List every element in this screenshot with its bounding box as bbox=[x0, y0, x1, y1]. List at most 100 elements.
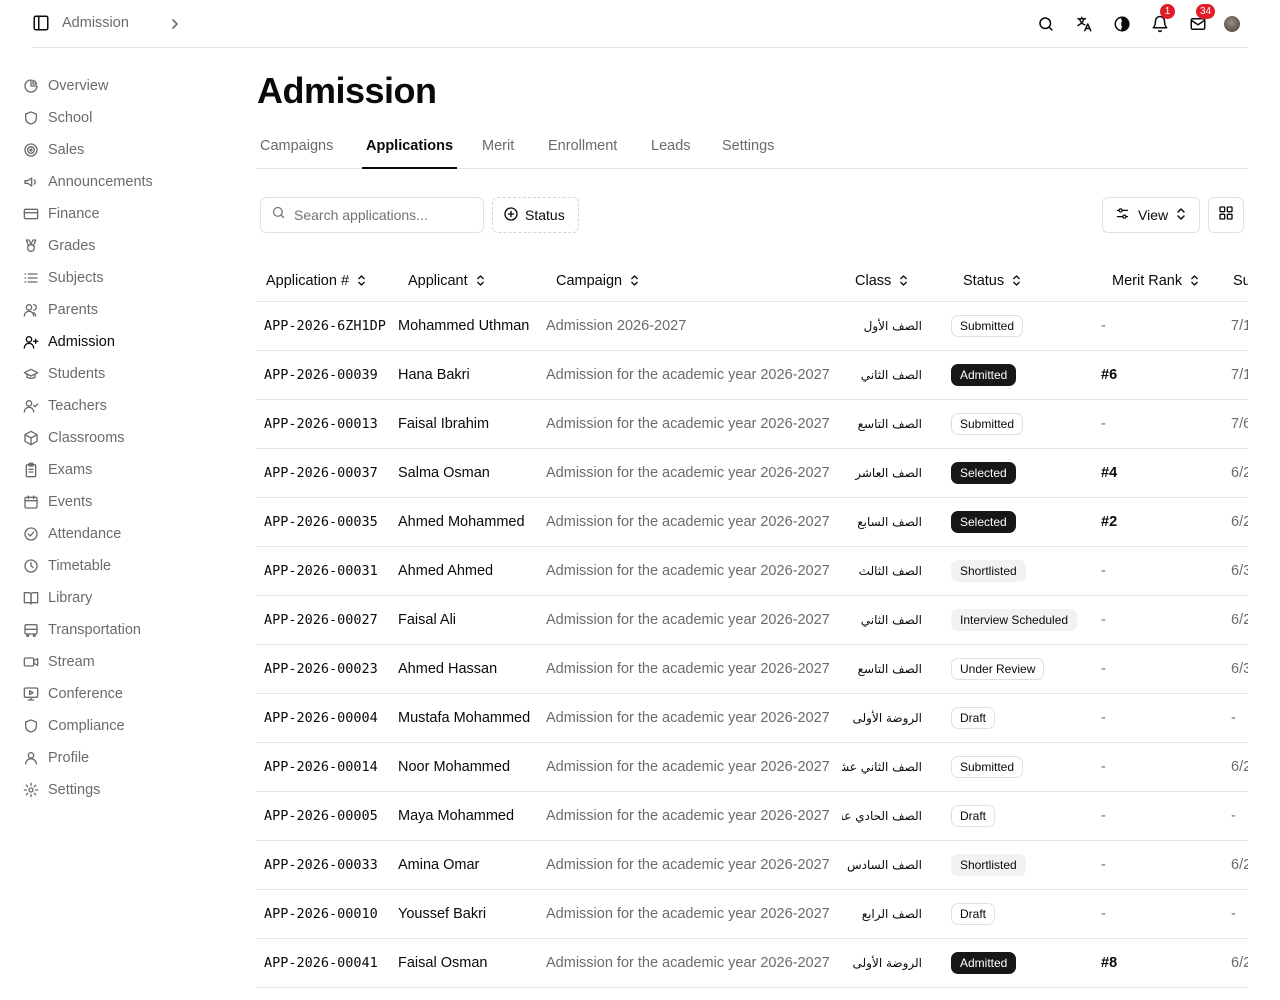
table-row[interactable]: APP-2026-00005 Maya Mohammed Admission for… bbox=[256, 791, 1248, 841]
view-options-button[interactable]: View bbox=[1102, 197, 1200, 233]
tab-settings[interactable]: Settings bbox=[718, 138, 778, 169]
sidebar-item-attendance[interactable]: Attendance bbox=[22, 518, 222, 550]
campaign-name: Admission for the academic year 2026-202… bbox=[546, 448, 842, 498]
column-header-application[interactable]: Application # bbox=[256, 261, 398, 302]
table-row[interactable]: APP-2026-00027 Faisal Ali Admission for th… bbox=[256, 595, 1248, 645]
table-row[interactable]: APP-2026-00023 Ahmed Hassan Admission for … bbox=[256, 644, 1248, 694]
application-number[interactable]: APP-2026-00035 bbox=[256, 497, 398, 547]
sidebar-item-profile[interactable]: Profile bbox=[22, 742, 222, 774]
sidebar-item-stream[interactable]: Stream bbox=[22, 646, 222, 678]
sidebar-item-admission[interactable]: Admission bbox=[22, 326, 222, 358]
users-icon bbox=[22, 301, 40, 319]
mail-icon[interactable]: 34 bbox=[1186, 4, 1216, 36]
sidebar-item-parents[interactable]: Parents bbox=[22, 294, 222, 326]
search-input[interactable] bbox=[294, 207, 474, 223]
merit-rank: - bbox=[1095, 546, 1215, 596]
table-row[interactable]: APP-2026-00041 Faisal Osman Admission for … bbox=[256, 938, 1248, 988]
sidebar-item-students[interactable]: Students bbox=[22, 358, 222, 390]
column-header-status[interactable]: Status bbox=[946, 261, 1095, 302]
sidebar-item-settings[interactable]: Settings bbox=[22, 774, 222, 806]
column-header-class[interactable]: Class bbox=[842, 261, 946, 302]
status-cell: Submitted bbox=[946, 301, 1095, 351]
sidebar-item-transportation[interactable]: Transportation bbox=[22, 614, 222, 646]
sidebar-item-conference[interactable]: Conference bbox=[22, 678, 222, 710]
table-row[interactable]: APP-2026-00031 Ahmed Ahmed Admission for t… bbox=[256, 546, 1248, 596]
sidebar-item-events[interactable]: Events bbox=[22, 486, 222, 518]
avatar[interactable] bbox=[1224, 16, 1240, 32]
sidebar-item-library[interactable]: Library bbox=[22, 582, 222, 614]
column-header-merit-rank[interactable]: Merit Rank bbox=[1095, 261, 1215, 302]
application-number[interactable]: APP-2026-00033 bbox=[256, 840, 398, 890]
sidebar: Overview School Sales Announcements Finance G… bbox=[22, 70, 222, 806]
application-number[interactable]: APP-2026-00027 bbox=[256, 595, 398, 645]
table-row[interactable]: APP-2026-6ZH1DP Mohammed Uthman Admission … bbox=[256, 301, 1248, 351]
sidebar-item-label: Stream bbox=[48, 654, 95, 670]
table-row[interactable]: APP-2026-00013 Faisal Ibrahim Admission fo… bbox=[256, 399, 1248, 449]
sidebar-item-label: Students bbox=[48, 366, 106, 382]
sidebar-item-announcements[interactable]: Announcements bbox=[22, 166, 222, 198]
application-number[interactable]: APP-2026-00031 bbox=[256, 546, 398, 596]
sidebar-item-timetable[interactable]: Timetable bbox=[22, 550, 222, 582]
table-row[interactable]: APP-2026-00035 Ahmed Mohammed Admission fo… bbox=[256, 497, 1248, 547]
shield-icon bbox=[22, 717, 40, 735]
status-filter-button[interactable]: Status bbox=[492, 197, 579, 233]
table-row[interactable]: APP-2026-00014 Noor Mohammed Admission for… bbox=[256, 742, 1248, 792]
sidebar-item-label: Conference bbox=[48, 686, 123, 702]
application-number[interactable]: APP-2026-00037 bbox=[256, 448, 398, 498]
sidebar-toggle-icon[interactable] bbox=[32, 14, 50, 32]
tab-enrollment[interactable]: Enrollment bbox=[544, 138, 621, 169]
application-number[interactable]: APP-2026-00013 bbox=[256, 399, 398, 449]
sort-icon bbox=[476, 275, 484, 286]
table-row[interactable]: APP-2026-00037 Salma Osman Admission for t… bbox=[256, 448, 1248, 498]
video-icon bbox=[22, 653, 40, 671]
search-icon bbox=[271, 205, 286, 225]
tab-applications[interactable]: Applications bbox=[362, 138, 458, 169]
sidebar-item-finance[interactable]: Finance bbox=[22, 198, 222, 230]
medal-icon bbox=[22, 237, 40, 255]
status-badge: Draft bbox=[951, 706, 996, 729]
application-number[interactable]: APP-2026-6ZH1DP bbox=[256, 301, 398, 351]
sidebar-item-classrooms[interactable]: Classrooms bbox=[22, 422, 222, 454]
tab-campaigns[interactable]: Campaigns bbox=[256, 138, 337, 169]
column-header-applicant[interactable]: Applicant bbox=[398, 261, 546, 302]
sidebar-item-sales[interactable]: Sales bbox=[22, 134, 222, 166]
translate-icon[interactable] bbox=[1072, 12, 1096, 36]
application-number[interactable]: APP-2026-00023 bbox=[256, 644, 398, 694]
sidebar-item-teachers[interactable]: Teachers bbox=[22, 390, 222, 422]
applicant-name: Youssef Bakri bbox=[398, 889, 546, 939]
table-row[interactable]: APP-2026-00033 Amina Omar Admission for th… bbox=[256, 840, 1248, 890]
sidebar-item-overview[interactable]: Overview bbox=[22, 70, 222, 102]
search-icon[interactable] bbox=[1034, 12, 1058, 36]
sidebar-item-label: School bbox=[48, 110, 93, 126]
list-icon bbox=[22, 269, 40, 287]
breadcrumb[interactable]: Admission bbox=[62, 15, 129, 31]
table-row[interactable]: APP-2026-00039 Hana Bakri Admission for th… bbox=[256, 350, 1248, 400]
bell-icon[interactable]: 1 bbox=[1148, 4, 1175, 36]
table-row[interactable]: APP-2026-00010 Youssef Bakri Admission for… bbox=[256, 889, 1248, 939]
application-number[interactable]: APP-2026-00004 bbox=[256, 693, 398, 743]
sidebar-item-exams[interactable]: Exams bbox=[22, 454, 222, 486]
tab-merit[interactable]: Merit bbox=[478, 138, 518, 169]
column-header-submitted[interactable]: Su bbox=[1215, 261, 1248, 302]
merit-rank: #2 bbox=[1095, 497, 1215, 547]
theme-toggle-icon[interactable] bbox=[1110, 12, 1134, 36]
status-badge: Submitted bbox=[951, 755, 1024, 778]
grid-view-button[interactable] bbox=[1208, 197, 1244, 233]
class-name: الصف الثاني عشر bbox=[842, 742, 946, 792]
column-header-campaign[interactable]: Campaign bbox=[546, 261, 842, 302]
application-number[interactable]: APP-2026-00041 bbox=[256, 938, 398, 988]
merit-rank: - bbox=[1095, 301, 1215, 351]
sidebar-item-grades[interactable]: Grades bbox=[22, 230, 222, 262]
application-number[interactable]: APP-2026-00014 bbox=[256, 742, 398, 792]
application-number[interactable]: APP-2026-00005 bbox=[256, 791, 398, 841]
sidebar-item-subjects[interactable]: Subjects bbox=[22, 262, 222, 294]
submitted-date: - bbox=[1215, 693, 1248, 743]
table-row[interactable]: APP-2026-00004 Mustafa Mohammed Admission … bbox=[256, 693, 1248, 743]
tab-leads[interactable]: Leads bbox=[647, 138, 695, 169]
application-number[interactable]: APP-2026-00039 bbox=[256, 350, 398, 400]
application-number[interactable]: APP-2026-00010 bbox=[256, 889, 398, 939]
merit-rank: - bbox=[1095, 399, 1215, 449]
class-name: الصف الثاني bbox=[842, 595, 946, 645]
sidebar-item-compliance[interactable]: Compliance bbox=[22, 710, 222, 742]
sidebar-item-school[interactable]: School bbox=[22, 102, 222, 134]
